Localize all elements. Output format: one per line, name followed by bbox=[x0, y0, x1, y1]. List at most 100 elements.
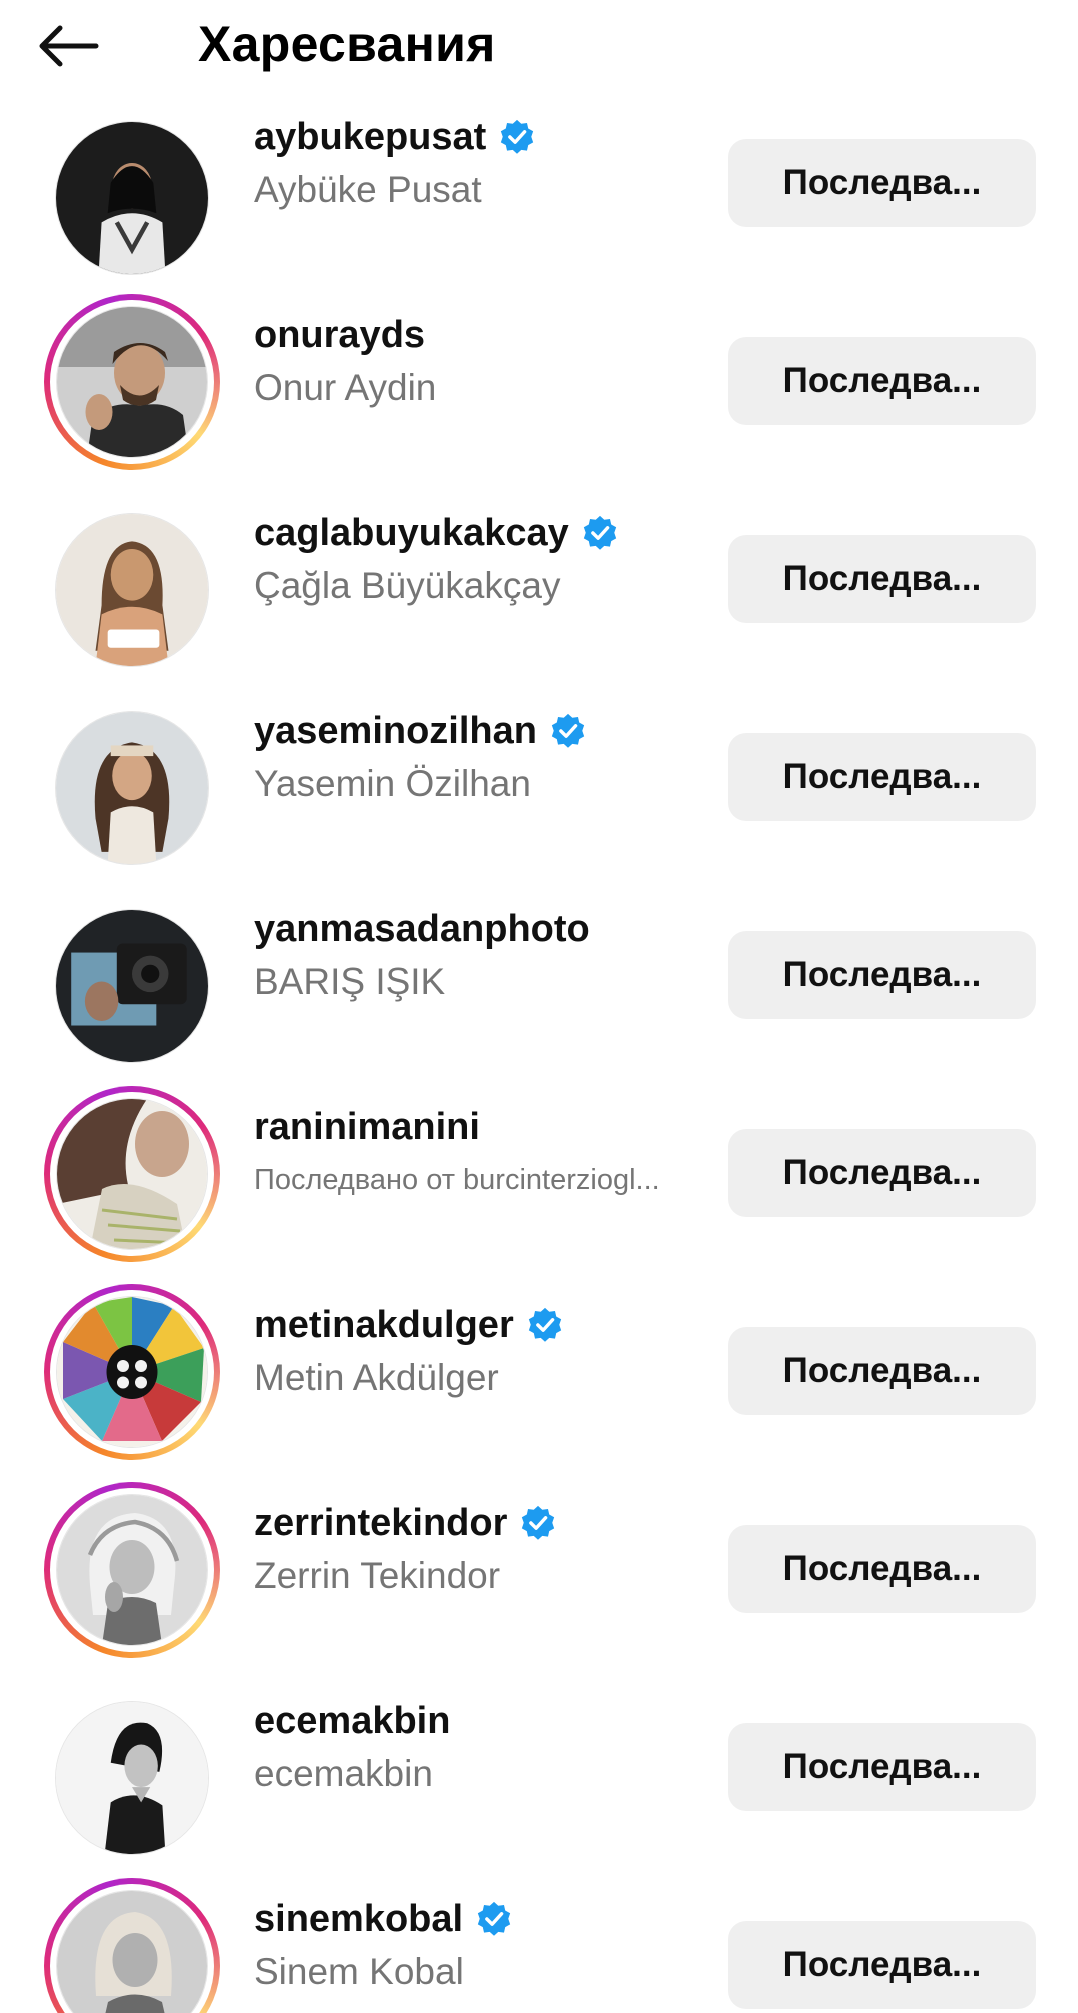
username-line[interactable]: raninimanini bbox=[254, 1100, 724, 1154]
list-item: yanmasadanphoto BARIŞ IŞIK Последва... bbox=[0, 872, 1078, 1070]
avatar-story-ring[interactable] bbox=[44, 294, 220, 470]
username[interactable]: onurayds bbox=[254, 314, 425, 357]
username-line[interactable]: aybukepusat bbox=[254, 110, 724, 164]
follow-back-button[interactable]: Последва... bbox=[728, 535, 1036, 623]
username[interactable]: ecemakbin bbox=[254, 1700, 450, 1743]
profile-photo-image bbox=[56, 514, 208, 666]
avatar-story-ring[interactable] bbox=[44, 1086, 220, 1262]
username-line[interactable]: zerrintekindor bbox=[254, 1496, 724, 1550]
page-title: Харесвания bbox=[198, 16, 496, 72]
username[interactable]: yaseminozilhan bbox=[254, 710, 537, 753]
verified-badge-icon bbox=[583, 515, 616, 550]
list-item: sinemkobal Sinem Kobal Последва... bbox=[0, 1862, 1078, 2013]
username-line[interactable]: ecemakbin bbox=[254, 1694, 724, 1748]
avatar[interactable] bbox=[44, 898, 220, 1074]
profile-photo-image bbox=[57, 1099, 207, 1249]
avatar[interactable] bbox=[44, 700, 220, 876]
list-item: yaseminozilhan Yasemin Özilhan Последва.… bbox=[0, 674, 1078, 872]
avatar-story-ring[interactable] bbox=[44, 1482, 220, 1658]
username[interactable]: zerrintekindor bbox=[254, 1502, 507, 1545]
list-item: zerrintekindor Zerrin Tekindor Последва.… bbox=[0, 1466, 1078, 1664]
list-item: ecemakbin ecemakbin Последва... bbox=[0, 1664, 1078, 1862]
username-line[interactable]: onurayds bbox=[254, 308, 724, 362]
username-line[interactable]: sinemkobal bbox=[254, 1892, 724, 1946]
top-bar: Харесвания bbox=[0, 0, 1078, 112]
user-info: yaseminozilhan Yasemin Özilhan bbox=[254, 704, 724, 810]
profile-photo-image bbox=[57, 1891, 207, 2013]
user-info: sinemkobal Sinem Kobal bbox=[254, 1892, 724, 1998]
avatar[interactable] bbox=[44, 1690, 220, 1866]
full-name: Yasemin Özilhan bbox=[254, 763, 531, 804]
avatar-story-ring[interactable] bbox=[44, 1878, 220, 2013]
profile-photo-image bbox=[57, 1495, 207, 1645]
full-name: Metin Akdülger bbox=[254, 1357, 499, 1398]
list-item: raninimanini Последвано от burcinterziog… bbox=[0, 1070, 1078, 1268]
list-item: caglabuyukakcay Çağla Büyükakçay Последв… bbox=[0, 476, 1078, 674]
username[interactable]: sinemkobal bbox=[254, 1898, 463, 1941]
avatar[interactable] bbox=[44, 110, 220, 286]
user-info: ecemakbin ecemakbin bbox=[254, 1694, 724, 1800]
profile-photo bbox=[55, 121, 209, 275]
profile-photo bbox=[56, 1296, 208, 1448]
username[interactable]: raninimanini bbox=[254, 1106, 480, 1149]
user-info: metinakdulger Metin Akdülger bbox=[254, 1298, 724, 1404]
arrow-left-icon bbox=[39, 25, 99, 67]
verified-badge-icon bbox=[477, 1901, 511, 1936]
profile-photo bbox=[55, 1701, 209, 1855]
profile-photo-image bbox=[56, 1702, 208, 1854]
follow-back-button[interactable]: Последва... bbox=[728, 1327, 1036, 1415]
profile-photo-image bbox=[56, 712, 208, 864]
username[interactable]: aybukepusat bbox=[254, 116, 486, 159]
user-info: raninimanini Последвано от burcinterziog… bbox=[254, 1100, 724, 1206]
verified-badge-icon bbox=[551, 713, 585, 748]
verified-badge-icon bbox=[528, 1307, 561, 1342]
profile-photo bbox=[56, 1494, 208, 1646]
follow-back-button[interactable]: Последва... bbox=[728, 1525, 1036, 1613]
full-name: Sinem Kobal bbox=[254, 1951, 464, 1992]
profile-photo bbox=[55, 909, 209, 1063]
profile-photo bbox=[56, 1890, 208, 2013]
back-button[interactable] bbox=[36, 14, 120, 78]
verified-badge-icon bbox=[522, 1505, 555, 1540]
username-line[interactable]: caglabuyukakcay bbox=[254, 506, 724, 560]
user-info: aybukepusat Aybüke Pusat bbox=[254, 110, 724, 216]
user-info: caglabuyukakcay Çağla Büyükakçay bbox=[254, 506, 724, 612]
username[interactable]: yanmasadanphoto bbox=[254, 908, 590, 951]
username[interactable]: metinakdulger bbox=[254, 1304, 514, 1347]
follow-back-button[interactable]: Последва... bbox=[728, 1921, 1036, 2009]
user-info: onurayds Onur Aydin bbox=[254, 308, 724, 414]
likes-list: aybukepusat Aybüke Pusat Последва... onu… bbox=[0, 0, 1078, 2013]
verified-badge-icon bbox=[501, 119, 534, 154]
follow-back-button[interactable]: Последва... bbox=[728, 337, 1036, 425]
avatar[interactable] bbox=[44, 502, 220, 678]
full-name: Çağla Büyükakçay bbox=[254, 565, 561, 606]
follow-back-button[interactable]: Последва... bbox=[728, 733, 1036, 821]
user-info: zerrintekindor Zerrin Tekindor bbox=[254, 1496, 724, 1602]
username-line[interactable]: yanmasadanphoto bbox=[254, 902, 724, 956]
full-name: ecemakbin bbox=[254, 1753, 433, 1794]
profile-photo-image bbox=[57, 1297, 207, 1447]
profile-photo-image bbox=[57, 307, 207, 457]
follow-back-button[interactable]: Последва... bbox=[728, 1129, 1036, 1217]
profile-photo-image bbox=[56, 910, 208, 1062]
followed-by-text: Последвано от burcinterziogl... bbox=[254, 1164, 660, 1196]
full-name: BARIŞ IŞIK bbox=[254, 961, 446, 1002]
username[interactable]: caglabuyukakcay bbox=[254, 512, 569, 555]
avatar-story-ring[interactable] bbox=[44, 1284, 220, 1460]
profile-photo bbox=[56, 1098, 208, 1250]
username-line[interactable]: yaseminozilhan bbox=[254, 704, 724, 758]
full-name: Aybüke Pusat bbox=[254, 169, 482, 210]
user-info: yanmasadanphoto BARIŞ IŞIK bbox=[254, 902, 724, 1008]
username-line[interactable]: metinakdulger bbox=[254, 1298, 724, 1352]
follow-back-button[interactable]: Последва... bbox=[728, 139, 1036, 227]
list-item: metinakdulger Metin Akdülger Последва... bbox=[0, 1268, 1078, 1466]
full-name: Onur Aydin bbox=[254, 367, 437, 408]
profile-photo bbox=[55, 711, 209, 865]
full-name: Zerrin Tekindor bbox=[254, 1555, 501, 1596]
profile-photo bbox=[56, 306, 208, 458]
profile-photo-image bbox=[56, 122, 208, 274]
follow-back-button[interactable]: Последва... bbox=[728, 1723, 1036, 1811]
profile-photo bbox=[55, 513, 209, 667]
list-item: onurayds Onur Aydin Последва... bbox=[0, 278, 1078, 476]
follow-back-button[interactable]: Последва... bbox=[728, 931, 1036, 1019]
